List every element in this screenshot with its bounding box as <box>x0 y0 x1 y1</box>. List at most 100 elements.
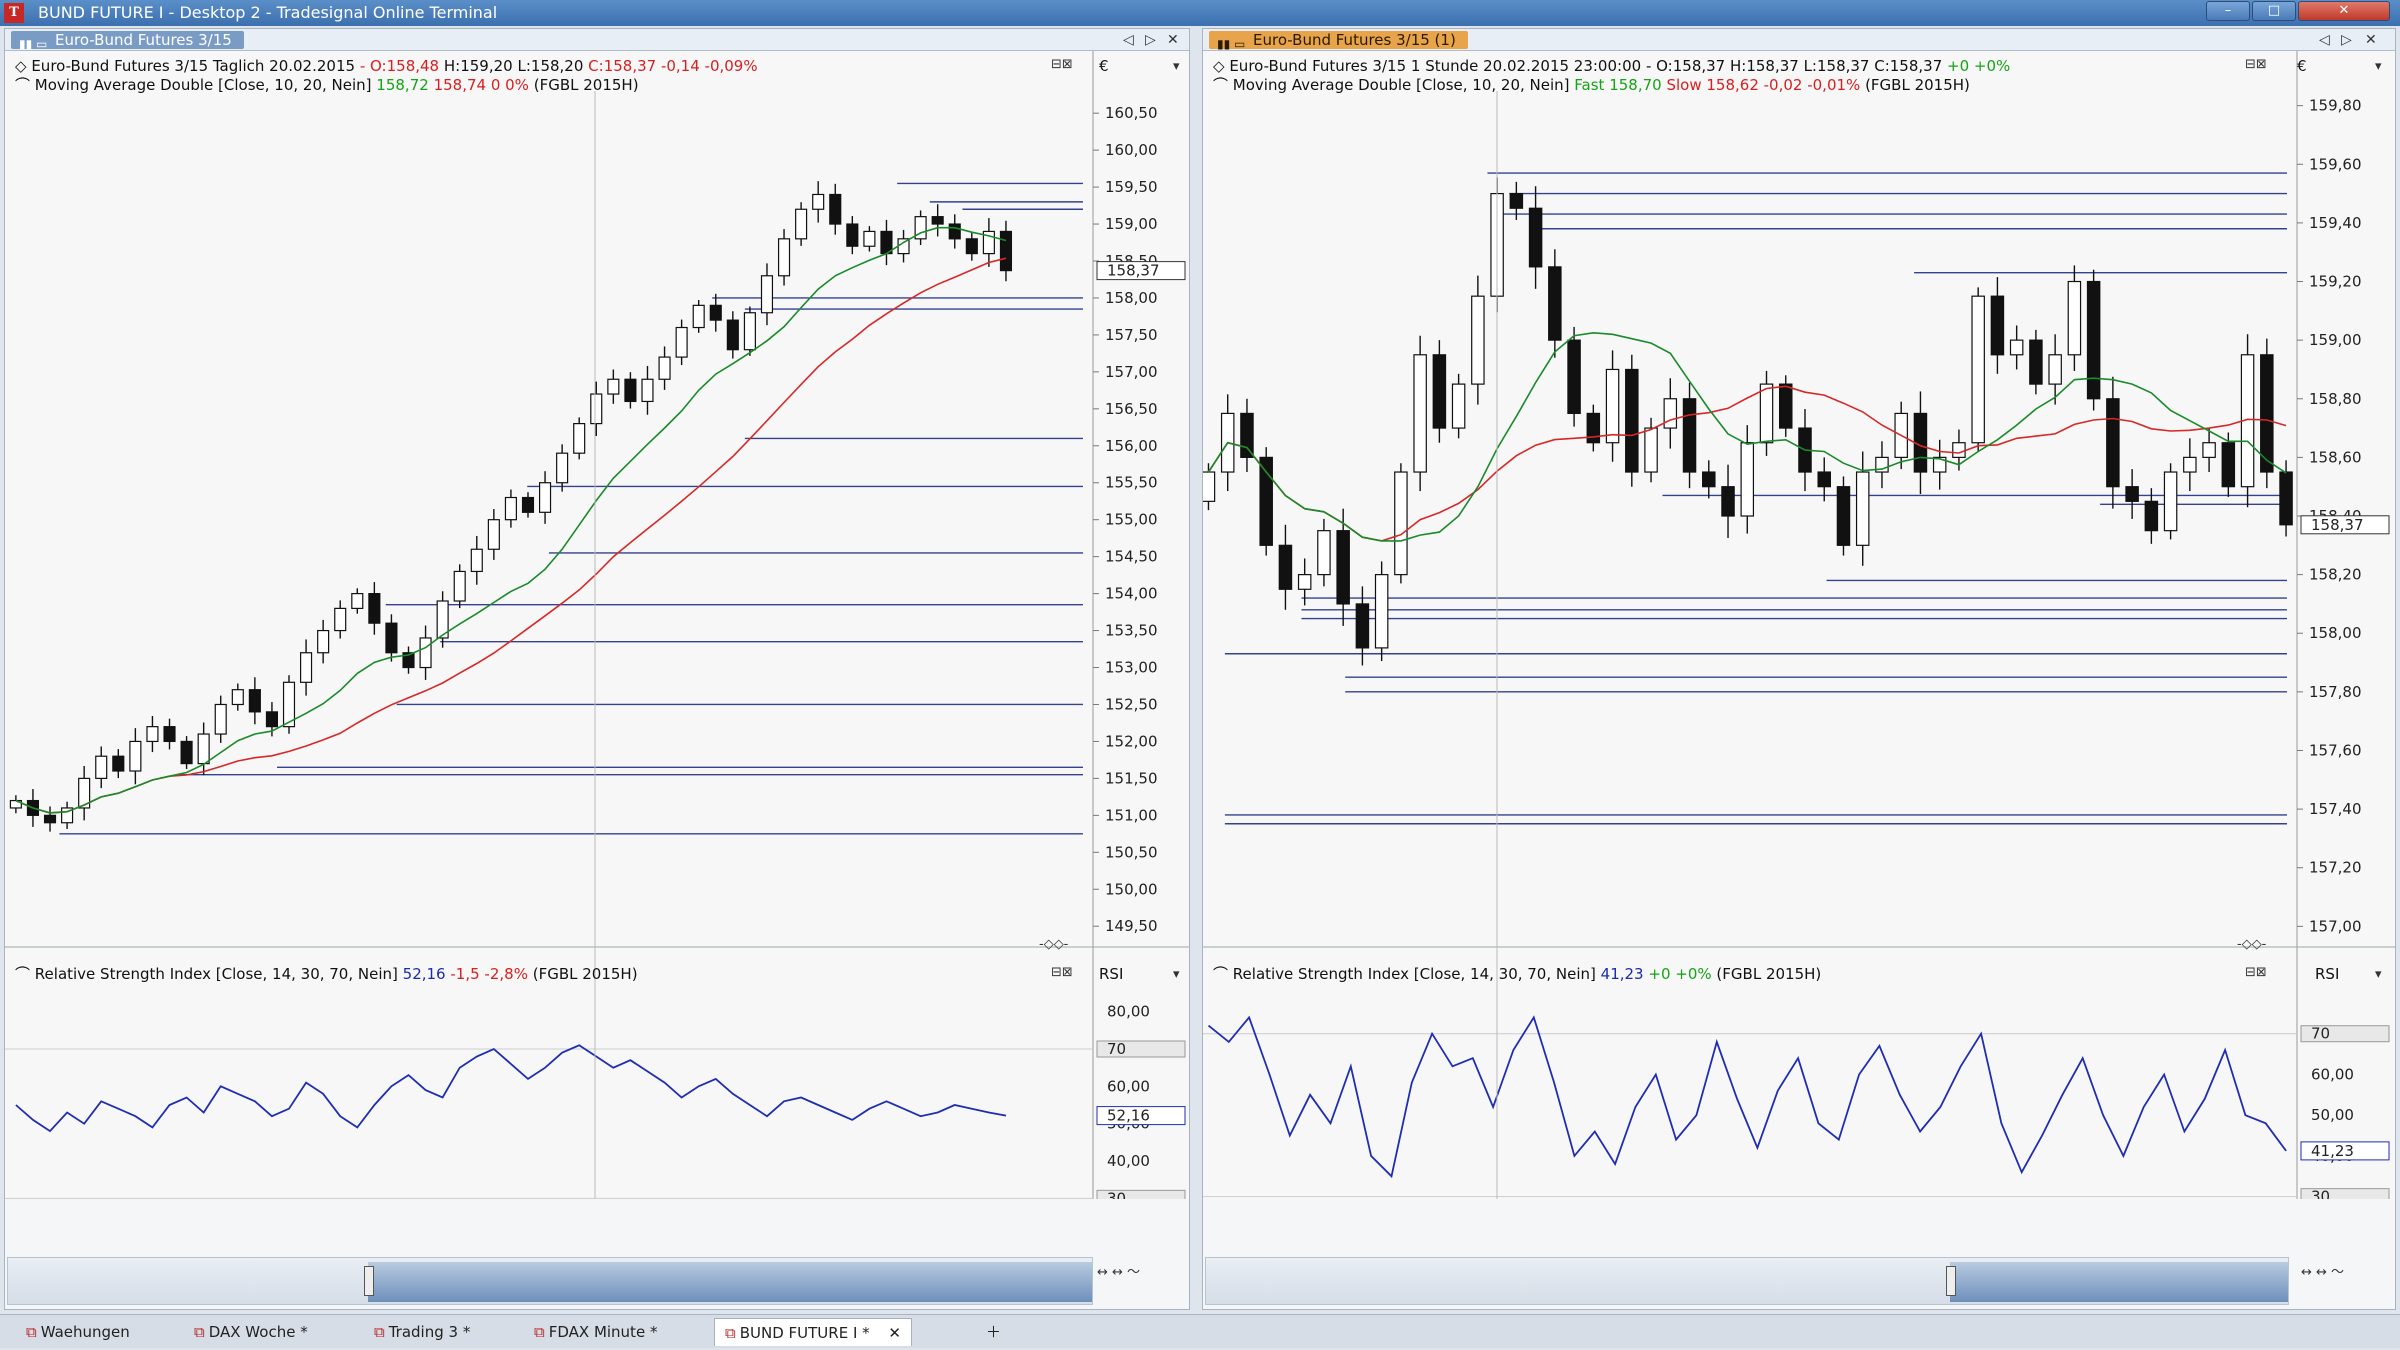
candle-body <box>1644 427 1658 473</box>
workspace-tab[interactable]: ⧉ FDAX Minute * <box>524 1318 667 1346</box>
candle-body <box>368 593 381 624</box>
price-tick-label: 158,20 <box>2309 566 2362 584</box>
close-button[interactable]: ✕ <box>2298 1 2390 21</box>
rsi-last-label: 52,16 <box>1107 1107 1150 1125</box>
last-price-label: 158,37 <box>1107 262 1160 280</box>
candle-body <box>624 378 637 403</box>
legend-open: - O:158,48 <box>359 57 440 75</box>
scroller-thumb[interactable] <box>364 1266 374 1296</box>
zoom-handle-icon[interactable]: -◇◇- <box>2237 937 2266 952</box>
chart-area-right[interactable]: 159,80 159,60 159,40 159,20 159,00 158,80 158,… <box>1203 51 2395 1280</box>
candle-body <box>1702 471 1716 488</box>
workspace-tab[interactable]: ⧉ Waehungen <box>16 1318 140 1346</box>
close-tab-icon[interactable]: ✕ <box>888 1324 901 1342</box>
candle-body <box>538 482 552 513</box>
candle-body <box>2163 471 2178 532</box>
rsi-tick-label: 60,00 <box>1107 1077 1150 1095</box>
candle-body <box>231 689 244 706</box>
price-tick-label: 150,50 <box>1105 843 1158 861</box>
chart-doc-icon: ⧉ <box>26 1323 37 1341</box>
scroll-left-icon[interactable]: ◁ <box>2319 31 2330 49</box>
axis-menu-icon[interactable]: ▾ <box>2375 967 2382 982</box>
rsi-tick-label: 80,00 <box>1107 1003 1150 1021</box>
candle-body <box>180 740 193 765</box>
maximize-pane-icon[interactable]: ⊟⊠ <box>2245 965 2267 980</box>
minimize-button[interactable]: – <box>2206 1 2250 21</box>
candle-body <box>2125 486 2139 502</box>
scroller-range <box>368 1262 1092 1302</box>
axis-menu-icon[interactable]: ▾ <box>2375 59 2382 74</box>
time-scroller-right[interactable] <box>1205 1257 2289 1305</box>
chart-tab-left[interactable]: ▮▮ ▭ Euro-Bund Futures 3/15 <box>11 31 244 51</box>
zoom-handle-icon[interactable]: -◇◇- <box>1039 937 1068 952</box>
maximize-pane-icon[interactable]: ⊟⊠ <box>2245 57 2267 72</box>
workspace-tab-active[interactable]: ⧉ BUND FUTURE I * ✕ <box>714 1318 912 1346</box>
scroll-mode-icons[interactable]: ↔ ↔ 〜 <box>2301 1261 2344 1280</box>
candle-body <box>590 393 603 425</box>
rsi-tick-label: 30 <box>1107 1189 1126 1199</box>
candle-body <box>1374 574 1389 649</box>
price-tick-label: 157,50 <box>1105 326 1158 344</box>
maximize-button[interactable]: □ <box>2252 1 2296 21</box>
candle-body <box>1355 603 1370 649</box>
candle-body <box>453 570 466 602</box>
workspace-tab-label: FDAX Minute * <box>548 1323 658 1341</box>
workspace-tab-label: Trading 3 * <box>388 1323 471 1341</box>
workspace-tab[interactable]: ⧉ DAX Woche * <box>184 1318 318 1346</box>
axis-menu-icon[interactable]: ▾ <box>1173 59 1180 74</box>
chart-svg-left[interactable]: 160,50160,00159,50159,00158,50158,00157,… <box>5 51 1189 1199</box>
candle-body <box>1990 295 2005 356</box>
maximize-pane-icon[interactable]: ⊟⊠ <box>1051 57 1073 72</box>
chart-tab-right[interactable]: ▮▮ ▭ Euro-Bund Futures 3/15 (1) <box>1209 31 1468 51</box>
price-tick-label: 159,80 <box>2309 97 2362 115</box>
scroll-right-icon[interactable]: ▷ <box>1145 31 1156 49</box>
rsi-last-label: 41,23 <box>2311 1142 2354 1160</box>
close-chart-icon[interactable]: ✕ <box>1167 31 1179 49</box>
candle-body <box>317 629 330 654</box>
candle-body <box>726 319 739 351</box>
candle-body <box>1586 412 1601 444</box>
price-tick-label: 155,50 <box>1105 474 1158 492</box>
workspace-tab-label: DAX Woche * <box>208 1323 308 1341</box>
candle-body <box>1817 471 1831 488</box>
candle-body <box>965 238 978 255</box>
time-scroller-left[interactable] <box>7 1257 1093 1305</box>
legend-collapse-icon[interactable]: ◇ <box>1213 57 1225 75</box>
price-tick-label: 160,00 <box>1105 141 1158 159</box>
chart-svg-right[interactable]: 159,80 159,60 159,40 159,20 159,00 158,80 158,… <box>1203 51 2395 1199</box>
chart-area-left[interactable]: 160,50 160,00 159,50 159,00 158,50 158,00 157,… <box>5 51 1189 1280</box>
candle-body <box>2106 398 2120 488</box>
maximize-pane-icon[interactable]: ⊟⊠ <box>1051 965 1073 980</box>
candle-body <box>2048 354 2062 385</box>
rsi-legend-name: Relative Strength Index [Close, 14, 30, … <box>34 965 398 983</box>
legend-collapse-icon[interactable]: ◇ <box>15 57 27 75</box>
ma-legend-name: Moving Average Double [Close, 10, 20, Ne… <box>1232 76 1570 94</box>
candle-body <box>2086 280 2101 400</box>
chart-doc-icon: ⧉ <box>194 1323 205 1341</box>
scroll-mode-icons[interactable]: ↔ ↔ 〜 <box>1097 1261 1140 1280</box>
new-tab-button[interactable]: ＋ <box>976 1318 1011 1346</box>
indicator-icon: ⌒ <box>1213 965 1229 983</box>
scroll-right-icon[interactable]: ▷ <box>2341 31 2352 49</box>
workspace-tab-bar: ⧉ Waehungen ⧉ DAX Woche * ⧉ Trading 3 * ⧉ FD… <box>0 1314 2400 1348</box>
axis-menu-icon[interactable]: ▾ <box>1173 967 1180 982</box>
scroll-left-icon[interactable]: ◁ <box>1123 31 1134 49</box>
price-tick-label: 159,20 <box>2309 273 2362 291</box>
rsi-change: +0 +0% <box>1648 965 1712 983</box>
rsi-value: 52,16 <box>402 965 446 983</box>
candle-body <box>573 423 586 454</box>
candle-body <box>1432 354 1447 429</box>
candle-body <box>521 496 535 513</box>
scroller-thumb[interactable] <box>1946 1266 1956 1296</box>
add-tab-icon: ＋ <box>986 1323 1002 1341</box>
candle-body <box>777 238 791 277</box>
candle-body <box>163 726 176 743</box>
price-tick-label: 159,60 <box>2309 155 2362 173</box>
close-chart-icon[interactable]: ✕ <box>2365 31 2377 49</box>
legend-low: L:158,20 <box>517 57 584 75</box>
price-tick-label: 157,00 <box>1105 363 1158 381</box>
price-tick-label: 157,20 <box>2309 859 2362 877</box>
candle-body <box>2144 500 2159 532</box>
workspace-tab[interactable]: ⧉ Trading 3 * <box>364 1318 480 1346</box>
candle-body <box>1509 192 1524 209</box>
